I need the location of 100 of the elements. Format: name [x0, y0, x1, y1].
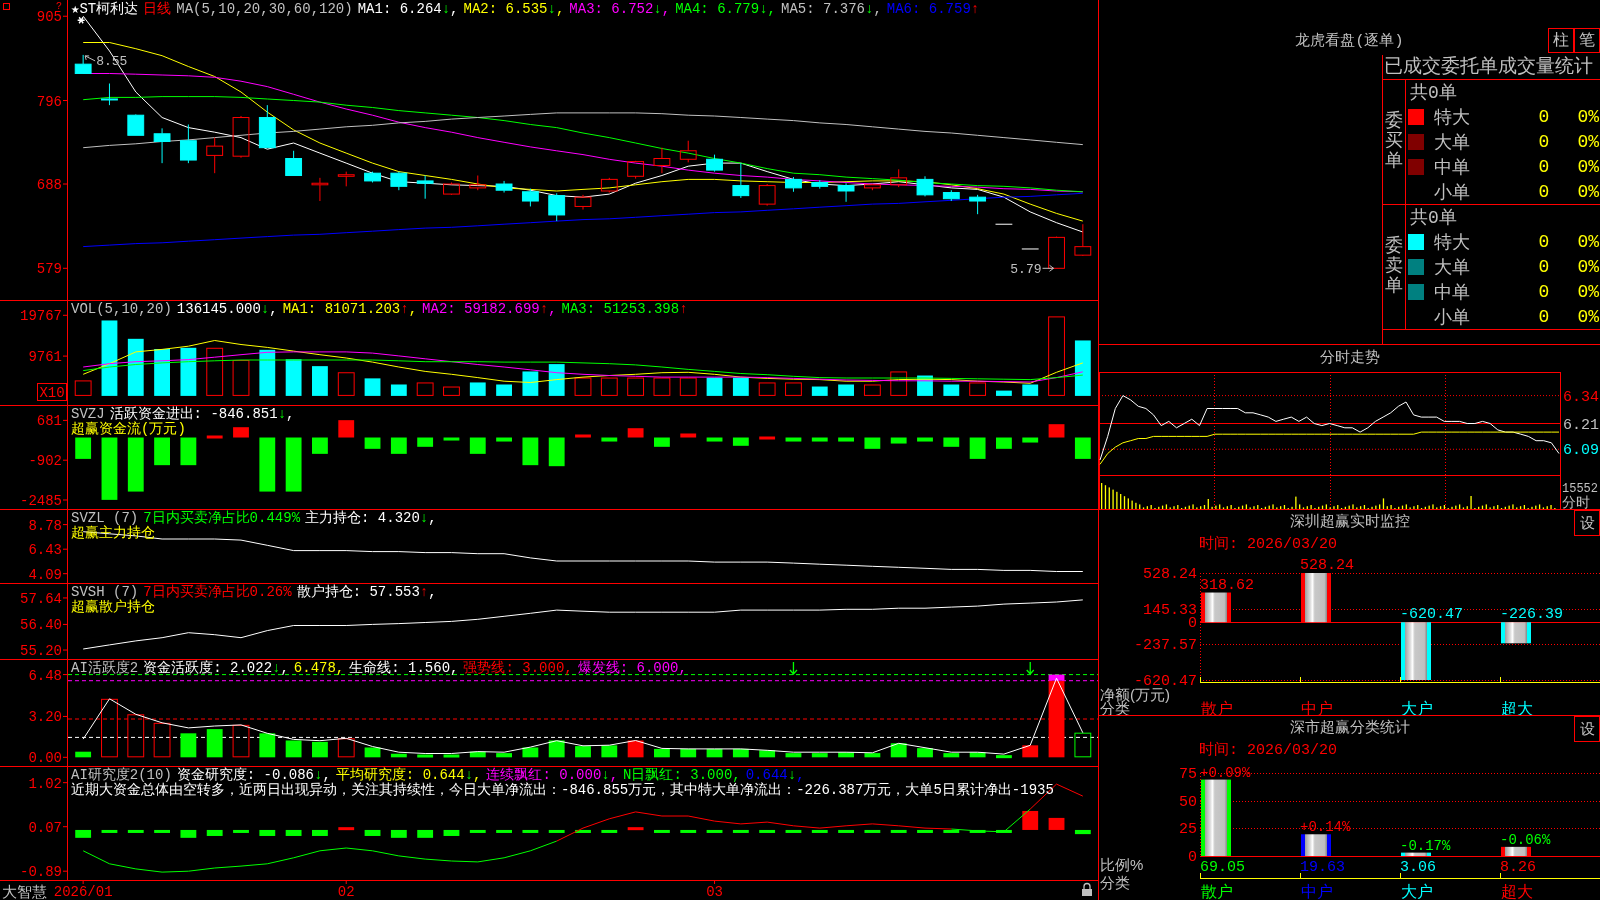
indicator-label: MA1: 6.264↓,	[357, 2, 459, 17]
order-type: 中单	[1434, 156, 1470, 179]
chart-bar	[1301, 573, 1331, 623]
order-count: 0	[1538, 156, 1550, 177]
order-type: 特大	[1434, 107, 1470, 130]
axis-label: -0.89	[20, 864, 62, 881]
chart-bar	[233, 829, 249, 833]
view-toggle-button[interactable]: 笔	[1574, 28, 1600, 53]
indicator-subtitle: 超赢资金流(万元)	[71, 422, 186, 437]
value-label: 318.62	[1200, 576, 1254, 594]
order-type: 小单	[1434, 306, 1470, 329]
category-label: 超大	[1501, 883, 1533, 900]
axis-title: 净额(万元)	[1100, 686, 1170, 703]
chart-bar	[180, 829, 197, 838]
candle	[311, 177, 329, 202]
indicator-label: MA2: 6.535↓,	[463, 2, 565, 17]
candle	[758, 183, 776, 207]
candle	[179, 124, 197, 164]
panel-title: 龙虎看盘(逐单)	[1295, 33, 1404, 51]
settings-button[interactable]: 设	[1574, 716, 1600, 742]
indicator-label: SVSH (7)	[71, 585, 139, 600]
axis-label: 0.07	[28, 819, 62, 836]
axis-label: 4.09	[28, 566, 62, 583]
change-label: -0.06%	[1500, 831, 1551, 848]
axis-label: 6.43	[28, 542, 62, 559]
chart-bar	[1501, 846, 1531, 856]
chart-bar	[312, 437, 328, 454]
chart-bar	[627, 428, 644, 438]
value-label: 69.05	[1200, 859, 1245, 876]
indicator-label: 7日内买卖净占比0.26%	[143, 585, 292, 600]
candle	[837, 182, 855, 203]
chart-bar	[1401, 852, 1431, 856]
candle	[653, 147, 671, 174]
candle	[863, 183, 881, 191]
order-count: 0	[1538, 181, 1550, 202]
axis-label: 6.09	[1563, 442, 1599, 460]
axis-label: 0	[1188, 849, 1197, 866]
axis-label: 8.78	[28, 517, 62, 534]
square-icon	[3, 3, 10, 10]
indicator-label: MA(5,10,20,30,60,120)	[176, 2, 353, 17]
candle	[206, 137, 224, 174]
chart-bar	[654, 829, 670, 833]
chart-bar	[759, 436, 776, 440]
chart-bar	[706, 829, 723, 833]
change-label: +0.14%	[1300, 819, 1351, 836]
value-label: -226.39	[1500, 606, 1563, 624]
chart-bar	[364, 829, 381, 836]
chart-bar	[206, 829, 223, 836]
candle	[1048, 236, 1065, 269]
chart-bar	[943, 437, 960, 447]
indicator-label: AI活跃度2	[71, 661, 139, 676]
axis-label: 57.64	[20, 590, 62, 607]
axis-label: 681	[36, 413, 62, 430]
unit-label: X10	[37, 383, 67, 401]
chart-bar	[1201, 592, 1231, 623]
order-type: 小单	[1434, 181, 1470, 204]
candle	[285, 150, 303, 176]
indicator-label: ★ST柯利达	[71, 2, 139, 17]
chart-bar	[785, 437, 802, 442]
candle	[258, 104, 276, 149]
date-label: 时间: 2026/03/20	[1199, 742, 1338, 759]
indicator-label: 活跃资金进出: -846.851↓,	[109, 407, 295, 422]
chart-bar	[364, 437, 381, 449]
chart-bar	[101, 437, 118, 500]
candle	[443, 181, 460, 196]
price-callout: 5.79	[1010, 262, 1055, 278]
candle	[469, 175, 487, 191]
axis-label: 19767	[20, 308, 62, 325]
candle	[890, 168, 908, 188]
settings-button[interactable]: 设	[1574, 510, 1600, 536]
chart-bar	[443, 829, 460, 836]
indicator-label: VOL(5,10,20)	[71, 302, 172, 317]
candle	[627, 160, 645, 180]
table-title: 已成交委托单成交量统计	[1384, 56, 1593, 78]
change-label: -0.17%	[1400, 837, 1451, 854]
chart-bar	[101, 829, 118, 833]
chart-bar	[575, 434, 591, 438]
indicator-label: MA3: 6.752↓,	[569, 2, 671, 17]
date-label: 03	[706, 884, 723, 900]
order-percent: 0%	[1577, 281, 1600, 302]
chart-bar	[180, 437, 197, 466]
axis-label: 3.20	[28, 709, 62, 726]
indicator-label: MA2: 59182.699↑,	[422, 302, 557, 317]
axis-label: 25	[1179, 821, 1197, 839]
indicator-label: 连续飘红: 0.000↓,	[486, 768, 619, 783]
indicator-label: SVZJ	[71, 407, 105, 422]
chart-bar	[390, 829, 407, 838]
chart-bar	[890, 437, 907, 444]
asterisk-icon	[76, 16, 86, 24]
axis-label: 15552	[1562, 482, 1598, 496]
view-toggle-button[interactable]: 柱	[1548, 28, 1574, 53]
order-percent: 0%	[1577, 132, 1600, 152]
chart-bar	[1301, 834, 1331, 856]
order-count: 0	[1538, 281, 1550, 302]
chart-bar	[627, 827, 644, 831]
chart-bar	[890, 829, 907, 833]
candle	[337, 171, 355, 187]
candle	[732, 162, 750, 199]
chart-bar	[496, 829, 512, 833]
chart-bar	[154, 437, 170, 466]
